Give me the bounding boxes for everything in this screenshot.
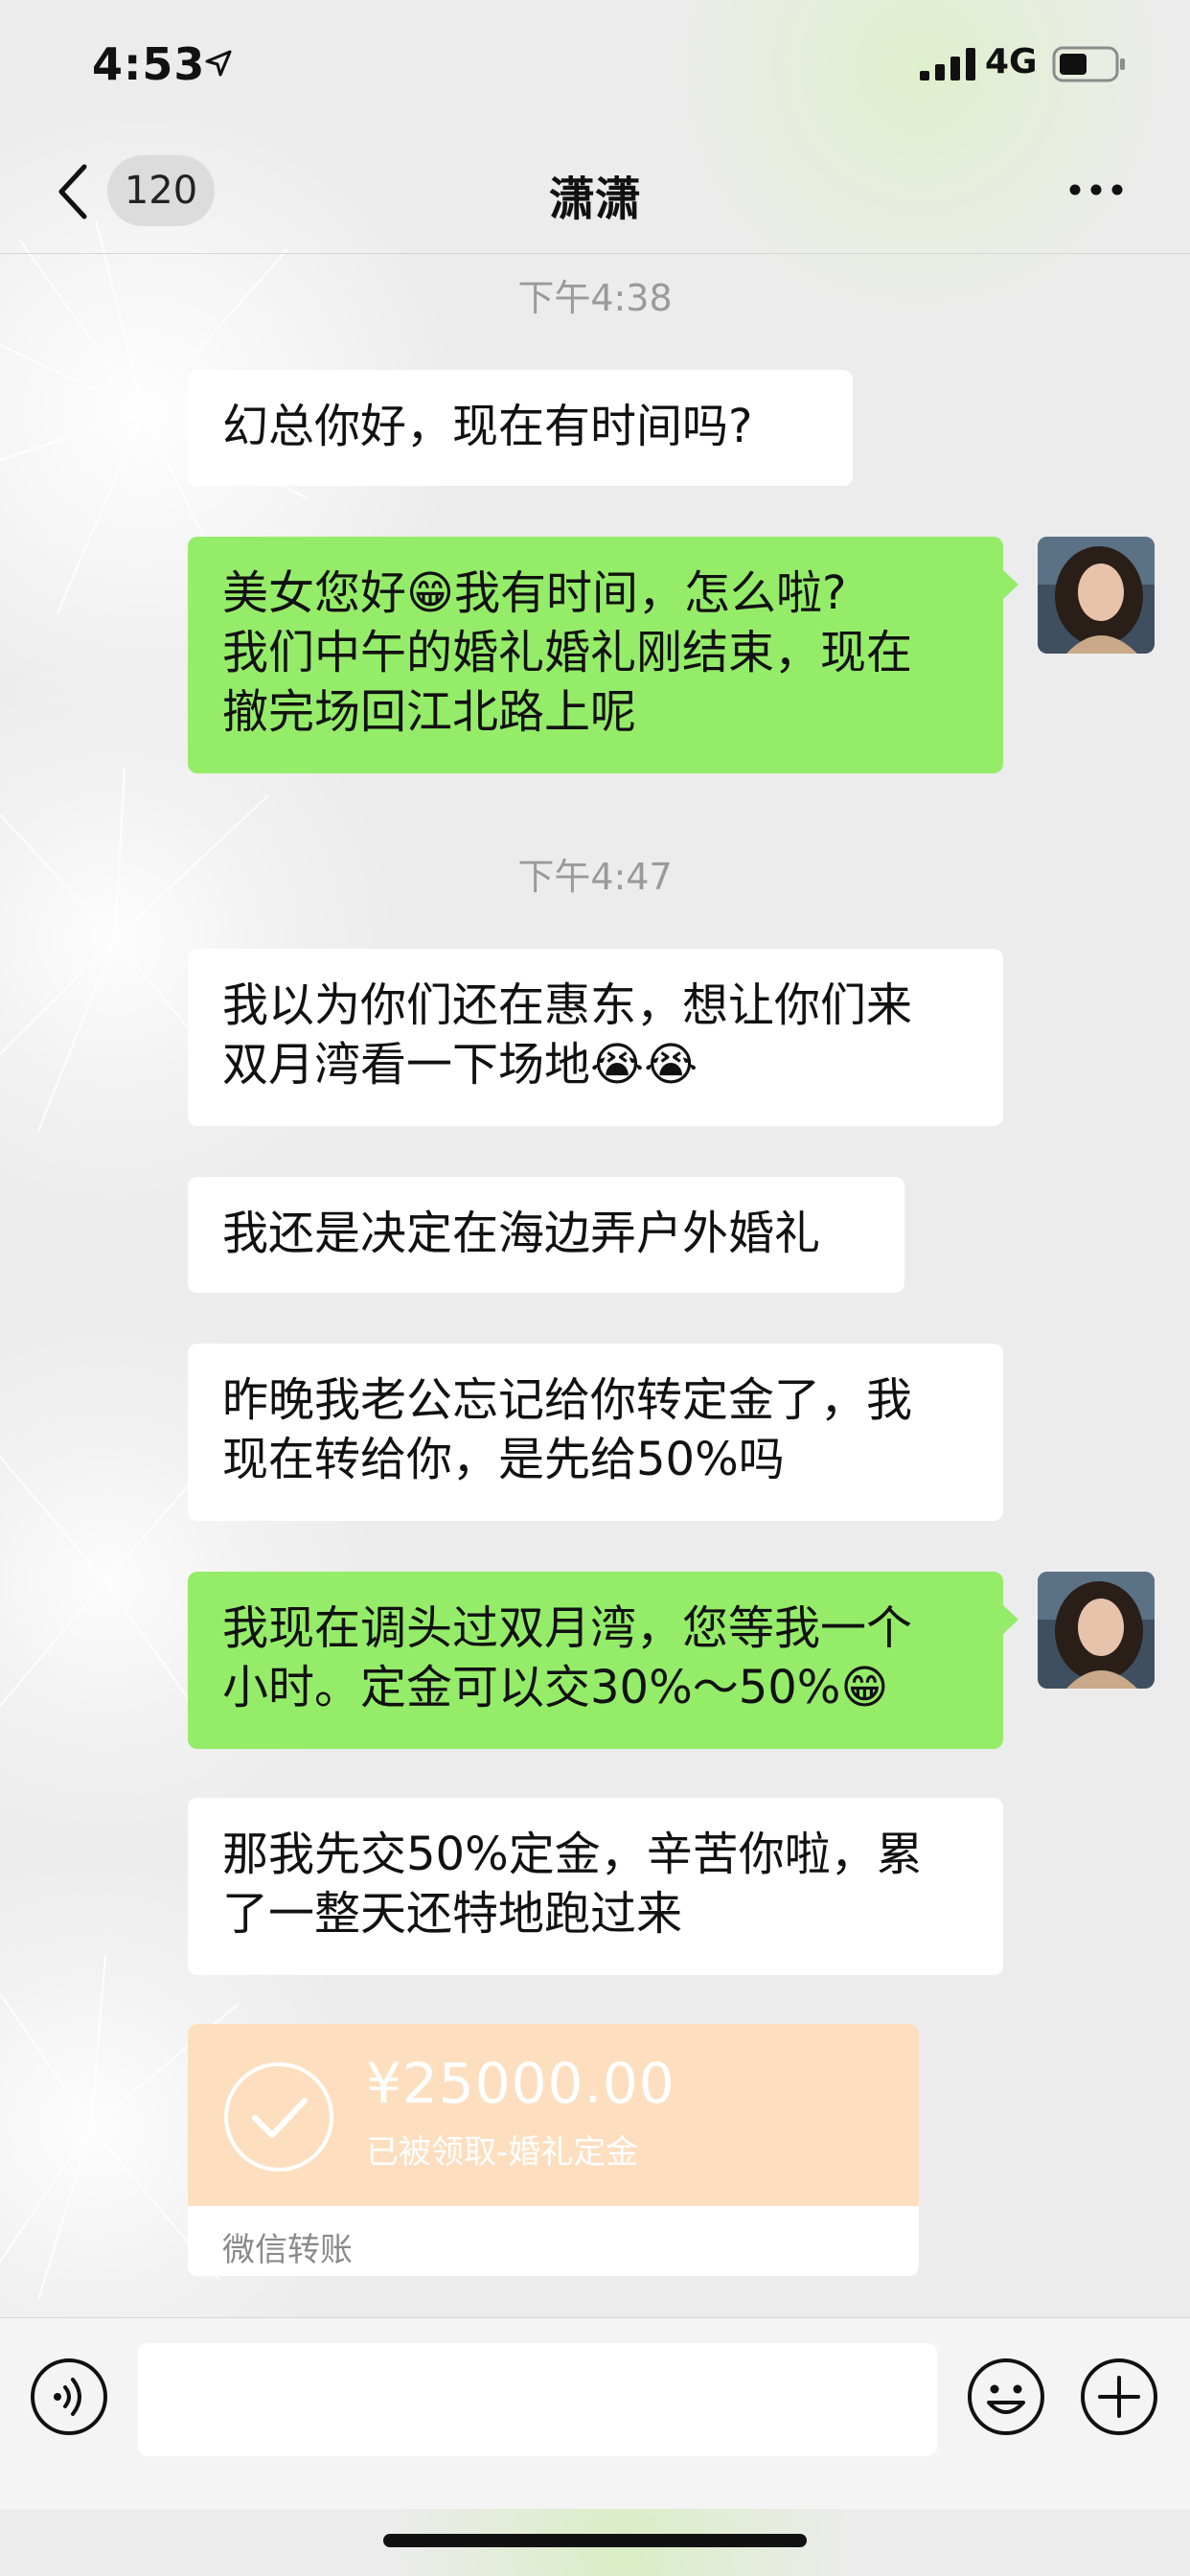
more-dots-icon[interactable] [1067, 180, 1125, 199]
incoming-message[interactable]: 我还是决定在海边弄户外婚礼 [188, 1177, 904, 1293]
chat-title: 潇潇 [548, 172, 641, 226]
incoming-message[interactable]: 那我先交50%定金，辛苦你啦，累 了一整天还特地跑过来 [188, 1798, 1003, 1975]
transfer-label: 微信转账 [222, 2231, 353, 2269]
status-bar: 4:53 4G [0, 0, 1190, 129]
voice-icon[interactable] [29, 2357, 109, 2437]
timestamp: 下午4:47 [517, 856, 673, 898]
home-indicator [383, 2534, 807, 2547]
plus-icon[interactable] [1079, 2357, 1159, 2437]
battery-icon [1052, 46, 1125, 82]
check-circle-icon [224, 2062, 333, 2172]
avatar[interactable] [1038, 1572, 1155, 1689]
avatar[interactable] [1038, 537, 1155, 654]
outgoing-message[interactable]: 我现在调头过双月湾，您等我一个 小时。定金可以交30%～50%😁 [188, 1572, 1018, 1749]
outgoing-message[interactable]: 美女您好😁我有时间，怎么啦? 我们中午的婚礼婚礼刚结束，现在 撤完场回江北路上呢 [188, 537, 1018, 773]
incoming-message[interactable]: 我以为你们还在惠东，想让你们来 双月湾看一下场地😭😭 [188, 949, 1003, 1126]
chat-header: 120 潇潇 [0, 134, 1190, 254]
transfer-header: ¥25000.00 已被领取-婚礼定金 [188, 2024, 919, 2206]
transfer-note: 已被领取-婚礼定金 [366, 2133, 639, 2172]
incoming-message[interactable]: 昨晚我老公忘记给你转定金了，我 现在转给你，是先给50%吗 [188, 1344, 1003, 1521]
timestamp: 下午4:38 [517, 277, 673, 319]
emoji-icon[interactable] [966, 2357, 1046, 2437]
wechat-transfer-card[interactable]: ¥25000.00 已被领取-婚礼定金 微信转账 [188, 2024, 919, 2276]
incoming-message[interactable]: 幻总你好，现在有时间吗? [188, 370, 853, 486]
message-input[interactable] [138, 2343, 937, 2456]
location-arrow-icon [205, 50, 232, 77]
status-time: 4:53 [92, 38, 206, 90]
network-type: 4G [985, 42, 1038, 81]
input-bar [0, 2317, 1190, 2509]
cellular-signal-icon [920, 48, 975, 80]
transfer-amount: ¥25000.00 [366, 2051, 675, 2116]
